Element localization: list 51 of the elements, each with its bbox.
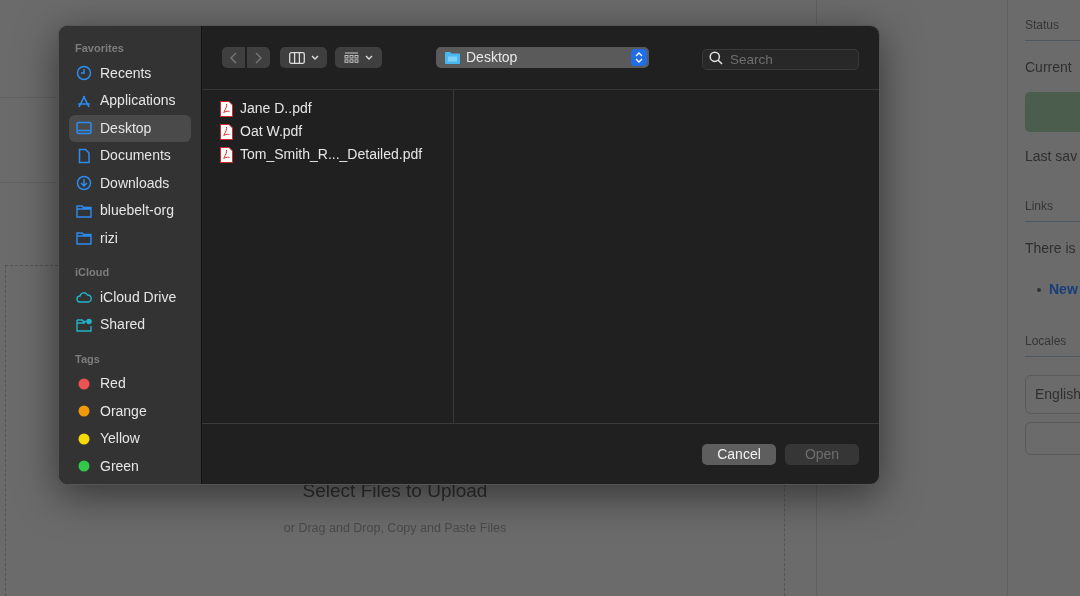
sidebar-item[interactable]: Recents	[69, 59, 191, 87]
sidebar-item[interactable]: Red	[69, 370, 191, 398]
sidebar-item[interactable]: Green	[69, 452, 191, 480]
sidebar-item[interactable]: bluebelt-org	[69, 197, 191, 225]
sidebar-item[interactable]: Documents	[69, 142, 191, 170]
back-icon	[230, 51, 237, 64]
pdf-file-icon	[220, 123, 233, 140]
view-mode-button[interactable]	[280, 47, 327, 68]
links-text: There is	[1025, 239, 1077, 258]
folder-icon	[76, 202, 92, 219]
pdf-file-icon	[220, 100, 233, 117]
location-popup[interactable]: Desktop	[436, 47, 649, 68]
location-label: Desktop	[466, 48, 519, 67]
sidebar-item[interactable]: Shared	[69, 311, 191, 339]
chevron-down-icon	[310, 55, 319, 60]
pdf-file-icon	[220, 146, 233, 163]
display-icon	[76, 120, 92, 137]
chevron-down-icon	[365, 55, 373, 60]
download-icon	[76, 175, 92, 192]
shared-folder-icon	[76, 316, 92, 333]
group-button[interactable]	[335, 47, 382, 68]
up-down-chevron-icon	[631, 49, 647, 66]
sidebar-item[interactable]: iCloud Drive	[69, 283, 191, 311]
sidebar-heading: iCloud	[74, 265, 111, 280]
back-button[interactable]	[222, 47, 245, 68]
sidebar-heading: Tags	[74, 351, 101, 367]
cloud-icon	[76, 289, 92, 306]
search-icon	[709, 51, 723, 65]
columns-icon	[288, 51, 305, 64]
cancel-button[interactable]: Cancel	[702, 444, 776, 465]
sidebar-item[interactable]: rizi	[69, 224, 191, 252]
sidebar-item[interactable]: Orange	[69, 397, 191, 425]
grid-icon	[344, 52, 359, 63]
status-label: Current	[1025, 58, 1073, 77]
folder-icon	[76, 230, 92, 247]
sidebar-item[interactable]: Downloads	[69, 169, 191, 197]
sidebar-heading: Favorites	[74, 41, 125, 56]
clock-icon	[76, 65, 92, 82]
search-field[interactable]: Search	[702, 49, 859, 70]
file-item[interactable]: Oat W.pdf	[220, 120, 453, 143]
forward-button[interactable]	[247, 47, 270, 68]
sidebar-item[interactable]: Desktop	[69, 114, 191, 142]
sidebar-item[interactable]: Applications	[69, 87, 191, 115]
folder-icon	[445, 51, 460, 64]
bullet-icon	[1037, 287, 1041, 292]
document-icon	[76, 147, 92, 164]
file-item[interactable]: Tom_Smith_R..._Detailed.pdf	[220, 143, 453, 166]
file-item[interactable]: Jane D..pdf	[220, 97, 453, 120]
forward-icon	[255, 51, 262, 64]
last-saved-text: Last sav	[1025, 147, 1079, 166]
sidebar-item[interactable]: Yellow	[69, 425, 191, 453]
